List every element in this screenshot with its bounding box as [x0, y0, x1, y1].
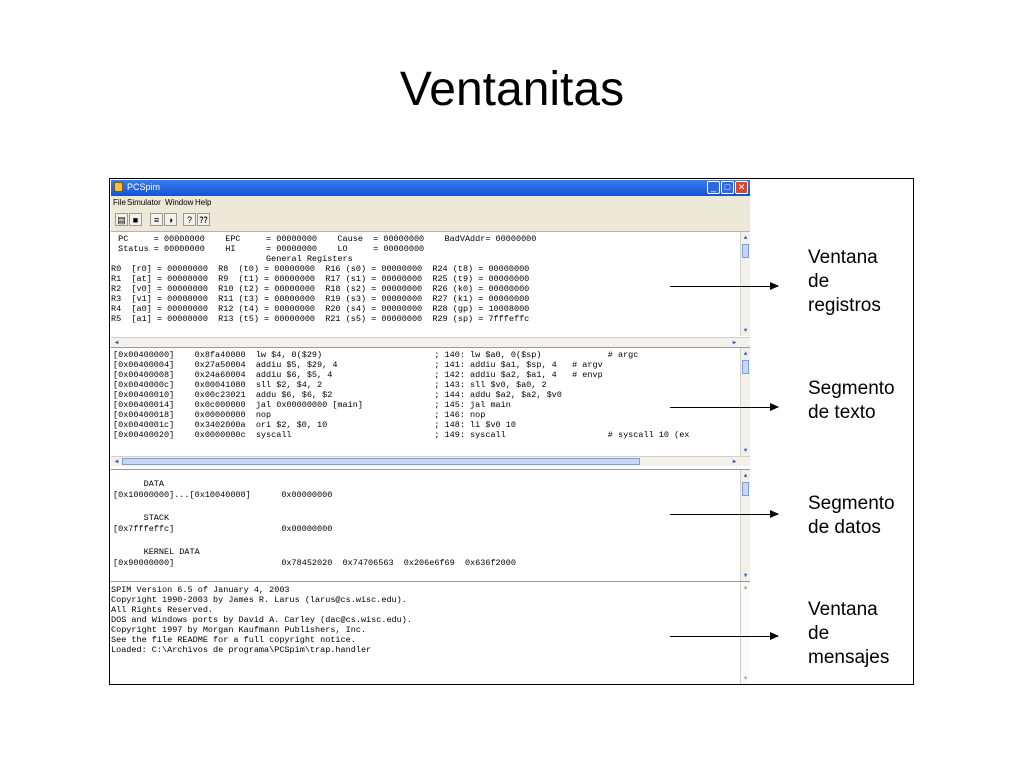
menu-bar: File Simulator Window Help	[111, 196, 750, 209]
toolbar: ▤ ■ ≡ ◑ ? ⁇	[111, 209, 750, 232]
register-line: PC = 00000000 EPC = 00000000 Cause = 000…	[113, 234, 537, 244]
data-segment-pane[interactable]: DATA [0x10000000]...[0x10040000] 0x00000…	[111, 470, 750, 582]
text-vertical-scrollbar[interactable]: ▲ ▼	[740, 348, 750, 456]
scroll-thumb[interactable]	[122, 458, 640, 465]
text-segment-line: [0x00400010] 0x00c23021 addu $6, $6, $2 …	[113, 390, 562, 400]
register-line: R4 [a0] = 00000000 R12 (t4) = 00000000 R…	[111, 304, 530, 314]
data-segment-line: STACK	[113, 513, 170, 523]
window-titlebar[interactable]: PCSpim _ □ ✕	[111, 180, 750, 196]
registers-pane[interactable]: PC = 00000000 EPC = 00000000 Cause = 000…	[111, 232, 750, 348]
register-line: General Registers	[113, 254, 353, 264]
message-line: DOS and Windows ports by David A. Carley…	[111, 615, 412, 625]
data-segment-line: [0x7fffeffc] 0x00000000	[113, 524, 333, 534]
window-title: PCSpim	[127, 182, 161, 192]
scroll-up-icon[interactable]: ▲	[741, 349, 750, 358]
callout-line: de texto	[808, 402, 876, 423]
scroll-left-icon[interactable]: ◀	[112, 338, 121, 347]
menu-window[interactable]: Window	[165, 198, 193, 207]
data-segment-line: DATA	[113, 479, 165, 489]
message-line: Copyright 1997 by Morgan Kaufmann Publis…	[111, 625, 367, 635]
menu-help[interactable]: Help	[195, 198, 211, 207]
register-line: R5 [a1] = 00000000 R13 (t5) = 00000000 R…	[111, 314, 530, 324]
data-segment-line: [0x10000000]...[0x10040000] 0x00000000	[113, 490, 333, 500]
messages-pane[interactable]: SPIM Version 6.5 of January 4, 2003 Copy…	[111, 582, 750, 684]
register-line: R1 [at] = 00000000 R9 (t1) = 00000000 R1…	[111, 274, 530, 284]
menu-file[interactable]: File	[113, 198, 126, 207]
minimize-button[interactable]: _	[707, 181, 720, 194]
message-line: Loaded: C:\Archivos de programa\PCSpim\t…	[111, 645, 372, 655]
scroll-down-icon[interactable]: ▼	[741, 674, 750, 683]
scroll-left-icon[interactable]: ◀	[112, 457, 121, 466]
save-icon[interactable]: ■	[129, 213, 142, 226]
scroll-right-icon[interactable]: ▶	[730, 457, 739, 466]
register-line: Status = 00000000 HI = 00000000 LO = 000…	[113, 244, 425, 254]
callout-data-segment: Segmento de datos	[808, 492, 895, 540]
callout-line: de	[808, 271, 830, 292]
scroll-right-icon[interactable]: ▶	[730, 338, 739, 347]
pcspim-app-icon	[114, 182, 123, 192]
data-segment-line: [0x90000000] 0x78452020 0x74706563 0x206…	[113, 558, 516, 568]
help-icon[interactable]: ?	[183, 213, 196, 226]
text-segment-line: [0x00400020] 0x0000000c syscall ; 149: s…	[113, 430, 690, 440]
registers-horizontal-scrollbar[interactable]: ◀ ▶	[111, 337, 750, 347]
callout-line: mensajes	[808, 647, 890, 668]
callout-registers: Ventana de registros	[808, 246, 881, 318]
callout-line: Segmento	[808, 493, 895, 514]
data-segment-line: KERNEL DATA	[113, 547, 200, 557]
callout-line: Ventana	[808, 599, 878, 620]
message-line: All Rights Reserved.	[111, 605, 214, 615]
scroll-thumb[interactable]	[742, 482, 749, 496]
text-segment-line: [0x00400004] 0x27a50004 addiu $5, $29, 4…	[113, 360, 603, 370]
text-segment-pane[interactable]: [0x00400000] 0x8fa40000 lw $4, 0($29) ; …	[111, 348, 750, 470]
breakpoint-icon[interactable]: ◑	[164, 213, 177, 226]
register-line: R0 [r0] = 00000000 R8 (t0) = 00000000 R1…	[111, 264, 530, 274]
messages-vertical-scrollbar[interactable]: ▲ ▼	[740, 582, 750, 684]
arrow-icon	[670, 282, 779, 290]
text-segment-line: [0x00400008] 0x24a60004 addiu $6, $5, 4 …	[113, 370, 603, 380]
scroll-down-icon[interactable]: ▼	[741, 571, 750, 580]
scroll-up-icon[interactable]: ▲	[741, 583, 750, 592]
scroll-down-icon[interactable]: ▼	[741, 446, 750, 455]
scroll-up-icon[interactable]: ▲	[741, 471, 750, 480]
callout-line: Segmento	[808, 378, 895, 399]
menu-simulator[interactable]: Simulator	[127, 198, 161, 207]
open-icon[interactable]: ▤	[115, 213, 128, 226]
context-help-icon[interactable]: ⁇	[197, 213, 210, 226]
arrow-icon	[670, 632, 779, 640]
callout-text-segment: Segmento de texto	[808, 377, 895, 425]
arrow-icon	[670, 510, 779, 518]
register-line: R2 [v0] = 00000000 R10 (t2) = 00000000 R…	[111, 284, 530, 294]
register-line: R3 [v1] = 00000000 R11 (t3) = 00000000 R…	[111, 294, 530, 304]
data-vertical-scrollbar[interactable]: ▲ ▼	[740, 470, 750, 581]
pcspim-window: PCSpim _ □ ✕ File Simulator Window Help …	[111, 180, 750, 684]
callout-line: registros	[808, 295, 881, 316]
message-line: Copyright 1990-2003 by James R. Larus (l…	[111, 595, 407, 605]
text-segment-line: [0x00400000] 0x8fa40000 lw $4, 0($29) ; …	[113, 350, 639, 360]
registers-vertical-scrollbar[interactable]: ▲ ▼	[740, 232, 750, 336]
scroll-thumb[interactable]	[742, 244, 749, 258]
message-line: SPIM Version 6.5 of January 4, 2003	[111, 585, 290, 595]
callout-messages: Ventana de mensajes	[808, 598, 889, 670]
scroll-thumb[interactable]	[742, 360, 749, 374]
text-segment-line: [0x0040001c] 0x3402000a ori $2, $0, 10 ;…	[113, 420, 516, 430]
scroll-up-icon[interactable]: ▲	[741, 233, 750, 242]
arrow-icon	[670, 403, 779, 411]
text-horizontal-scrollbar[interactable]: ◀ ▶	[111, 456, 750, 466]
message-line: See the file README for a full copyright…	[111, 635, 356, 645]
text-segment-line: [0x00400018] 0x00000000 nop ; 146: nop	[113, 410, 486, 420]
text-segment-line: [0x0040000c] 0x00041080 sll $2, $4, 2 ; …	[113, 380, 547, 390]
callout-line: Ventana	[808, 247, 878, 268]
text-segment-line: [0x00400014] 0x0c000000 jal 0x00000000 […	[113, 400, 511, 410]
slide-title: Ventanitas	[399, 63, 625, 116]
callout-line: de	[808, 623, 830, 644]
callout-line: de datos	[808, 517, 881, 538]
scroll-down-icon[interactable]: ▼	[741, 326, 750, 335]
close-button[interactable]: ✕	[735, 181, 748, 194]
run-icon[interactable]: ≡	[150, 213, 163, 226]
maximize-button[interactable]: □	[721, 181, 734, 194]
